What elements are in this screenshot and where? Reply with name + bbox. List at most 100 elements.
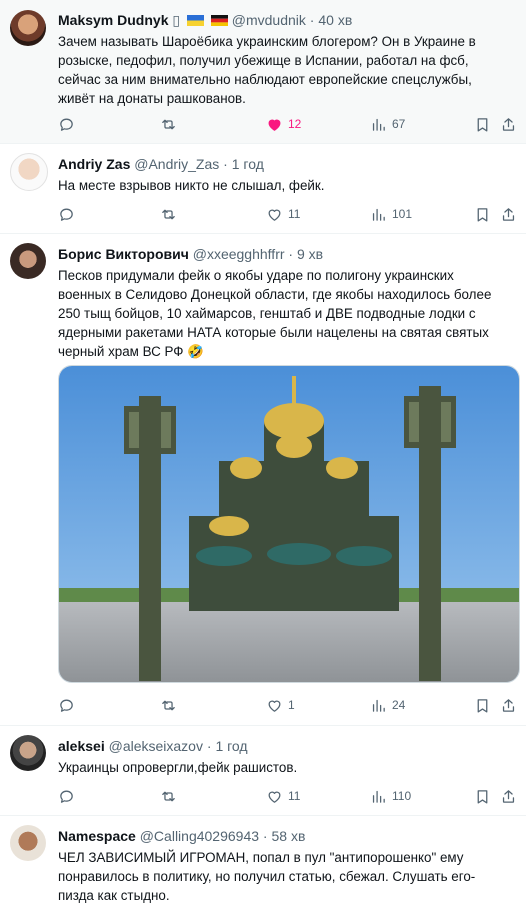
cathedral-photo <box>59 366 519 682</box>
post-text: ЧЕЛ ЗАВИСИМЫЙ ИГРОМАН, попал в пул "анти… <box>58 850 476 903</box>
reply-button[interactable] <box>58 786 80 806</box>
handle[interactable]: @xxeegghhffrr <box>193 246 285 262</box>
share-button[interactable] <box>500 114 517 134</box>
display-name[interactable]: Maksym Dudnyk <box>58 12 168 28</box>
reply-icon <box>58 788 75 805</box>
display-name[interactable]: Борис Викторович <box>58 246 189 262</box>
post-header: Борис Викторович @xxeegghhffrr · 9 хв <box>58 246 323 262</box>
post-boris-viktorovich[interactable]: Борис Викторович @xxeegghhffrr · 9 хв Пе… <box>0 233 526 726</box>
share-button[interactable] <box>500 204 517 224</box>
timestamp[interactable]: 9 хв <box>297 246 323 262</box>
repost-button[interactable] <box>160 695 182 715</box>
display-name[interactable]: aleksei <box>58 738 105 754</box>
like-count: 11 <box>288 207 301 221</box>
view-count: 67 <box>392 117 406 131</box>
repost-icon <box>160 116 177 133</box>
like-button[interactable]: 1 <box>266 695 295 715</box>
heart-icon <box>266 697 283 714</box>
reply-button[interactable] <box>58 204 80 224</box>
views-button[interactable]: 110 <box>370 786 411 806</box>
handle[interactable]: @mvdudnik <box>232 12 306 28</box>
avatar[interactable] <box>10 10 46 46</box>
post-header: Maksym Dudnyk ▯ @mvdudnik · 40 хв <box>58 12 352 29</box>
repost-icon <box>160 206 177 223</box>
reply-icon <box>58 206 75 223</box>
action-bar: 12 67 <box>58 114 504 134</box>
bookmark-icon <box>474 788 491 805</box>
bookmark-button[interactable] <box>474 786 491 806</box>
bookmark-button[interactable] <box>474 204 491 224</box>
repost-icon <box>160 697 177 714</box>
views-button[interactable]: 101 <box>370 204 412 224</box>
timestamp[interactable]: 58 хв <box>271 828 305 844</box>
post-header: Namespace @Calling40296943 · 58 хв <box>58 828 305 844</box>
post-maksym-dudnyk[interactable]: Maksym Dudnyk ▯ @mvdudnik · 40 хв Зачем … <box>0 0 526 144</box>
views-icon <box>370 116 387 133</box>
post-text: Песков придумали фейк о якобы ударе по п… <box>58 268 492 359</box>
like-button[interactable]: 12 <box>266 114 301 134</box>
share-button[interactable] <box>500 786 517 806</box>
bookmark-icon <box>474 116 491 133</box>
like-count: 12 <box>288 117 302 131</box>
handle[interactable]: @Calling40296943 <box>140 828 259 844</box>
repost-button[interactable] <box>160 786 182 806</box>
bookmark-button[interactable] <box>474 114 491 134</box>
views-button[interactable]: 67 <box>370 114 405 134</box>
views-icon <box>370 206 387 223</box>
reply-icon <box>58 116 75 133</box>
like-button[interactable]: 11 <box>266 786 300 806</box>
post-text: На месте взрывов никто не слышал, фейк. <box>58 178 325 193</box>
action-bar: 11 110 <box>58 786 504 806</box>
display-name[interactable]: Namespace <box>58 828 136 844</box>
repost-button[interactable] <box>160 204 182 224</box>
timestamp[interactable]: 1 год <box>215 738 247 754</box>
views-icon <box>370 697 387 714</box>
like-button[interactable]: 11 <box>266 204 300 224</box>
views-button[interactable]: 24 <box>370 695 405 715</box>
views-icon <box>370 788 387 805</box>
reply-button[interactable] <box>58 695 80 715</box>
repost-icon <box>160 788 177 805</box>
post-header: aleksei @alekseixazov · 1 год <box>58 738 248 754</box>
timestamp[interactable]: 40 хв <box>318 12 352 28</box>
avatar[interactable] <box>10 735 46 771</box>
post-aleksei[interactable]: aleksei @alekseixazov · 1 год Украинцы о… <box>0 725 526 816</box>
action-bar: 1 24 <box>58 695 504 715</box>
share-icon <box>500 116 517 133</box>
repost-button[interactable] <box>160 114 182 134</box>
reply-button[interactable] <box>58 114 80 134</box>
share-icon <box>500 206 517 223</box>
post-namespace[interactable]: Namespace @Calling40296943 · 58 хв ЧЕЛ З… <box>0 815 526 908</box>
like-count: 11 <box>288 789 301 803</box>
share-button[interactable] <box>500 695 517 715</box>
view-count: 101 <box>392 207 413 221</box>
avatar[interactable] <box>10 825 46 861</box>
heart-icon <box>266 116 283 133</box>
germany-flag-icon <box>210 15 228 26</box>
view-count: 24 <box>392 698 406 712</box>
display-name[interactable]: Andriy Zas <box>58 156 130 172</box>
post-text: Украинцы опровергли,фейк рашистов. <box>58 760 298 775</box>
view-count: 110 <box>392 789 412 803</box>
post-andriy-zas[interactable]: Andriy Zas @Andriy_Zas · 1 год На месте … <box>0 143 526 234</box>
avatar[interactable] <box>10 153 48 191</box>
share-icon <box>500 697 517 714</box>
separator: · <box>309 12 315 28</box>
separator: · <box>288 246 294 262</box>
separator: · <box>262 828 268 844</box>
share-icon <box>500 788 517 805</box>
bookmark-icon <box>474 206 491 223</box>
like-count: 1 <box>288 698 295 712</box>
timestamp[interactable]: 1 год <box>232 156 264 172</box>
name-symbol: ▯ <box>172 12 181 28</box>
post-media-image[interactable] <box>58 365 520 683</box>
separator: · <box>223 156 228 172</box>
handle[interactable]: @Andriy_Zas <box>134 156 219 172</box>
handle[interactable]: @alekseixazov <box>109 738 203 754</box>
post-text: Зачем называть Шароёбика украинским блог… <box>58 34 476 106</box>
action-bar: 11 101 <box>58 204 504 224</box>
heart-icon <box>266 788 283 805</box>
bookmark-button[interactable] <box>474 695 491 715</box>
avatar[interactable] <box>10 243 46 279</box>
separator: · <box>206 738 212 754</box>
